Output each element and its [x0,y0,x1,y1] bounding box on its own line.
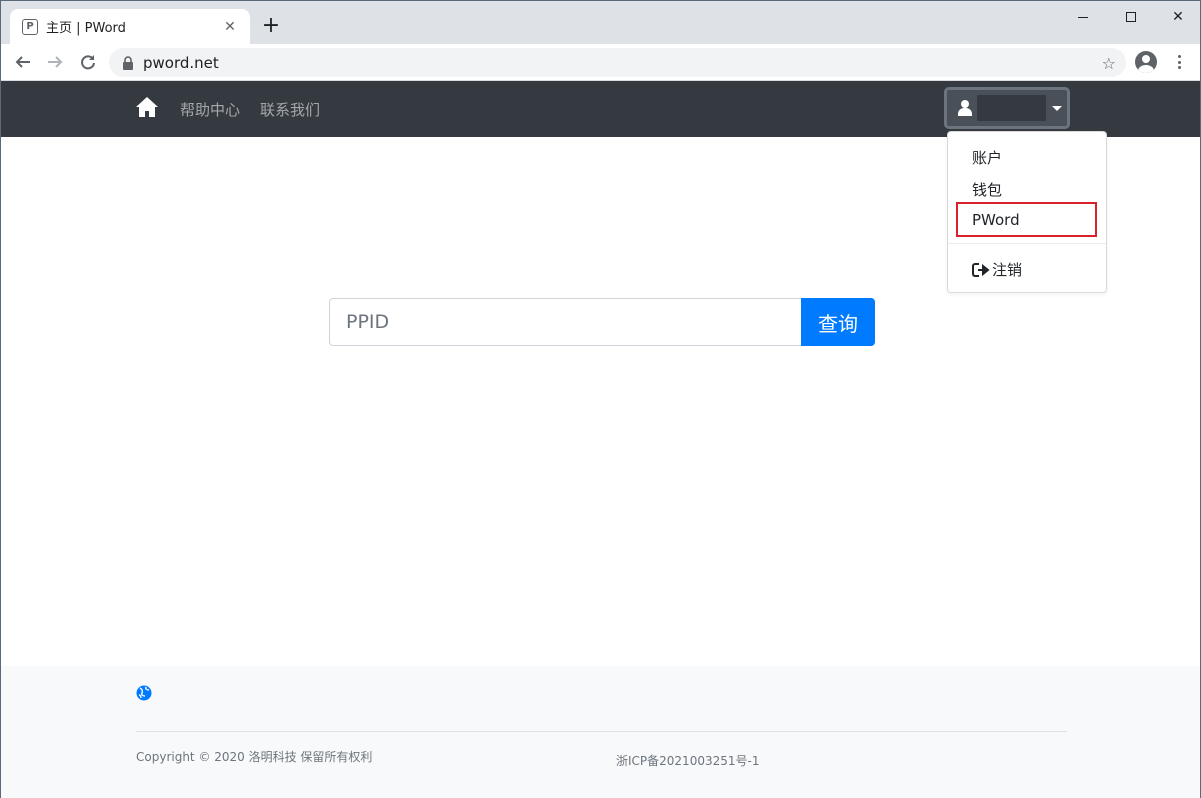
username-redacted [977,95,1046,121]
dropdown-item-logout[interactable]: 注销 [972,259,1022,280]
ppid-search-input[interactable] [329,298,802,346]
highlight-box [956,202,1097,237]
home-icon[interactable] [135,96,159,118]
new-tab-button[interactable]: + [259,14,283,38]
reload-button[interactable] [76,50,100,74]
icp-license-link[interactable]: 浙ICP备2021003251号-1 [616,752,759,769]
lock-icon [123,55,133,70]
maximize-icon [1126,12,1136,22]
tab-close-icon[interactable]: ✕ [222,19,238,35]
nav-help-center[interactable]: 帮助中心 [180,99,240,120]
profile-avatar-icon[interactable] [1135,51,1157,73]
user-dropdown-menu: 账户 钱包 PWord 注销 [947,131,1107,293]
site-footer: Copyright © 2020 洛明科技 保留所有权利 浙ICP备202100… [1,666,1200,798]
tab-title: 主页 | PWord [46,21,126,36]
bookmark-star-icon[interactable]: ☆ [1102,54,1116,73]
address-bar[interactable]: pword.net ☆ [109,48,1126,77]
window-close-button[interactable]: ✕ [1155,5,1201,29]
caret-down-icon [1052,105,1062,111]
window-minimize-button[interactable] [1060,5,1106,29]
arrow-left-icon [15,56,30,68]
logout-label: 注销 [992,261,1023,279]
back-button[interactable] [11,50,35,74]
footer-divider [136,731,1067,732]
dropdown-divider [948,243,1106,244]
dropdown-item-account[interactable]: 账户 [972,147,1002,168]
dropdown-item-wallet[interactable]: 钱包 [972,179,1002,200]
query-button[interactable]: 查询 [801,298,875,346]
nav-contact-us[interactable]: 联系我们 [260,99,320,120]
browser-toolbar: pword.net ☆ [1,44,1200,81]
forward-button[interactable] [43,50,67,74]
sign-out-icon [972,262,990,277]
globe-icon[interactable] [136,685,152,701]
copyright-text: Copyright © 2020 洛明科技 保留所有权利 [136,750,373,764]
site-navbar: 帮助中心 联系我们 [1,81,1200,137]
browser-tab[interactable]: P 主页 | PWord ✕ [10,9,250,44]
window-maximize-button[interactable] [1108,5,1154,29]
minimize-icon [1078,16,1088,18]
url-text: pword.net [143,53,219,72]
pword-favicon-icon: P [22,18,38,35]
user-menu-button[interactable] [944,87,1070,129]
browser-menu-icon[interactable] [1173,52,1185,72]
browser-titlebar: P 主页 | PWord ✕ + ✕ [1,1,1200,44]
arrow-right-icon [48,56,63,68]
user-icon [957,100,973,116]
reload-icon [81,55,95,70]
